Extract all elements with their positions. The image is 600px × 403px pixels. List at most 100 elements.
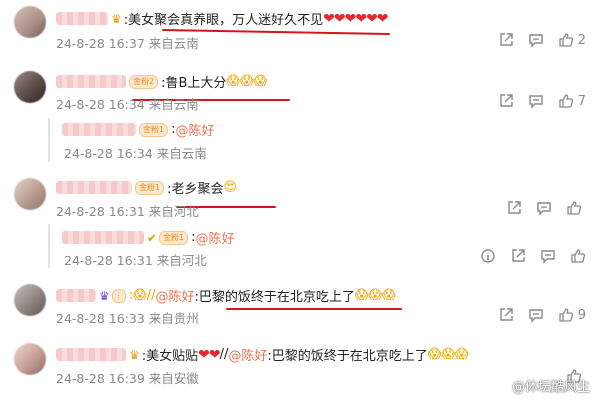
- highlight-underline: [226, 308, 402, 310]
- timestamp: 24-8-28 16:31: [56, 204, 145, 219]
- username-blurred[interactable]: [56, 348, 126, 361]
- location: 来自河北: [156, 253, 207, 268]
- timestamp: 24-8-28 16:39: [56, 371, 145, 386]
- comment-actions: [492, 200, 586, 216]
- comment-prefix: :😱//: [128, 288, 156, 303]
- repost-separator: //: [219, 347, 229, 362]
- mention-link[interactable]: @陈好: [228, 345, 267, 364]
- crown-icon: ♛: [111, 11, 122, 26]
- reply-indent-bar: [48, 118, 50, 162]
- mention-link[interactable]: @陈好: [175, 120, 214, 139]
- share-button[interactable]: [506, 200, 522, 216]
- quoted-text: :巴黎的饭终于在北京吃上了: [267, 349, 428, 364]
- thumbs-up-icon: [559, 33, 573, 47]
- share-icon: [508, 201, 521, 214]
- fan-badge: 金粉1: [159, 230, 189, 245]
- location: 来自河北: [148, 204, 199, 219]
- like-button[interactable]: 9: [558, 307, 586, 323]
- comment-icon: [529, 95, 543, 109]
- avatar[interactable]: [14, 178, 46, 210]
- timestamp: 24-8-28 16:37: [56, 36, 145, 51]
- comment-line: ♛ :美女贴贴 ❤❤ // @陈好 :巴黎的饭终于在北京吃上了 😱😱😱: [56, 345, 468, 364]
- comment-actions: 9: [484, 307, 586, 323]
- fan-badge: 金粉1: [139, 122, 169, 137]
- reply-button[interactable]: [540, 248, 556, 264]
- reply-actions: [466, 248, 586, 264]
- comment-icon: [529, 34, 543, 48]
- like-button[interactable]: [566, 200, 586, 216]
- emoji-group: 😱😱😱: [226, 74, 268, 89]
- comment-meta: 24-8-28 16:37 来自云南: [56, 33, 199, 52]
- emoji-group: 😱😱😱: [354, 288, 396, 303]
- comment-text: :美女聚会真养眼，万人迷好久不见: [123, 13, 324, 28]
- avatar[interactable]: [14, 71, 46, 103]
- comment-meta: 24-8-28 16:31 来自河北: [56, 201, 199, 220]
- comment-line: 金粉1 :老乡聚会 😍: [56, 178, 237, 197]
- like-button[interactable]: [570, 248, 586, 264]
- avatar[interactable]: [14, 343, 46, 375]
- reply-button[interactable]: [528, 93, 544, 109]
- share-button[interactable]: [510, 248, 526, 264]
- share-icon: [500, 308, 513, 321]
- emoji-group: 😍: [223, 180, 238, 195]
- mention-link[interactable]: @陈好: [155, 286, 194, 305]
- like-count: 7: [577, 93, 586, 109]
- reply-button[interactable]: [528, 32, 544, 48]
- fan-badge: 金粉1: [135, 180, 165, 195]
- comment-actions: 7: [484, 93, 586, 109]
- comment-icon: [537, 202, 551, 216]
- reply-line: 金粉1 : @陈好: [62, 120, 215, 139]
- comment-text: :老乡聚会: [167, 182, 224, 197]
- like-button[interactable]: 2: [558, 32, 586, 48]
- username-blurred[interactable]: [56, 181, 132, 194]
- avatar[interactable]: [14, 284, 46, 316]
- like-button[interactable]: 7: [558, 93, 586, 109]
- verified-icon: ✔: [147, 230, 158, 245]
- share-button[interactable]: [498, 32, 514, 48]
- comment-line: ♛ ⋮ :😱// @陈好 :巴黎的饭终于在北京吃上了 😱😱😱: [56, 286, 396, 305]
- reply-button[interactable]: [528, 307, 544, 323]
- member-icon: ♛: [129, 347, 140, 362]
- timestamp: 24-8-28 16:31: [64, 253, 153, 268]
- location: 来自云南: [148, 97, 199, 112]
- share-button[interactable]: [498, 93, 514, 109]
- reply-meta: 24-8-28 16:31 来自河北: [64, 250, 207, 269]
- watermark: @体坛酷风生: [511, 380, 590, 395]
- share-button[interactable]: [498, 307, 514, 323]
- username-blurred[interactable]: [56, 12, 108, 25]
- thumbs-up-icon: [571, 249, 586, 263]
- comment-text: :巴黎的饭终于在北京吃上了: [194, 290, 355, 305]
- location: 来自安徽: [148, 371, 199, 386]
- username-blurred[interactable]: [62, 231, 144, 244]
- comment-text: :美女贴贴: [141, 349, 199, 364]
- comment-meta: 24-8-28 16:39 来自安徽: [56, 368, 199, 387]
- username-blurred[interactable]: [62, 123, 136, 136]
- share-icon: [512, 249, 525, 262]
- username-blurred[interactable]: [56, 289, 96, 302]
- thumbs-up-icon: [559, 308, 573, 322]
- comment-icon: [541, 250, 555, 264]
- thumbs-up-icon: [567, 201, 582, 215]
- location: 来自贵州: [148, 311, 199, 326]
- location: 来自云南: [156, 146, 207, 161]
- timestamp: 24-8-28 16:33: [56, 311, 145, 326]
- emoji-group: 😱😱😱: [427, 347, 469, 362]
- mention-link[interactable]: @陈好: [196, 228, 235, 247]
- avatar[interactable]: [14, 6, 46, 38]
- heart-emojis: ❤❤: [198, 346, 220, 363]
- username-blurred[interactable]: [56, 75, 126, 88]
- timestamp: 24-8-28 16:34: [64, 146, 153, 161]
- comment-line: ♛ :美女聚会真养眼，万人迷好久不见 ❤❤❤❤❤❤: [56, 9, 389, 28]
- thumbs-up-icon: [559, 94, 573, 108]
- share-icon: [500, 94, 513, 107]
- reply-line: ✔ 金粉1 : @陈好: [62, 228, 235, 247]
- comment-text: :鲁B上大分: [161, 76, 227, 91]
- like-count: 9: [577, 307, 586, 323]
- timestamp: 24-8-28 16:34: [56, 97, 145, 112]
- info-icon: [481, 249, 495, 263]
- info-button[interactable]: [480, 248, 496, 264]
- fan-badge: 金粉2: [129, 74, 159, 89]
- reply-button[interactable]: [536, 200, 552, 216]
- heart-emojis: ❤❤❤❤❤❤: [323, 10, 388, 27]
- comment-actions: 2: [484, 32, 586, 48]
